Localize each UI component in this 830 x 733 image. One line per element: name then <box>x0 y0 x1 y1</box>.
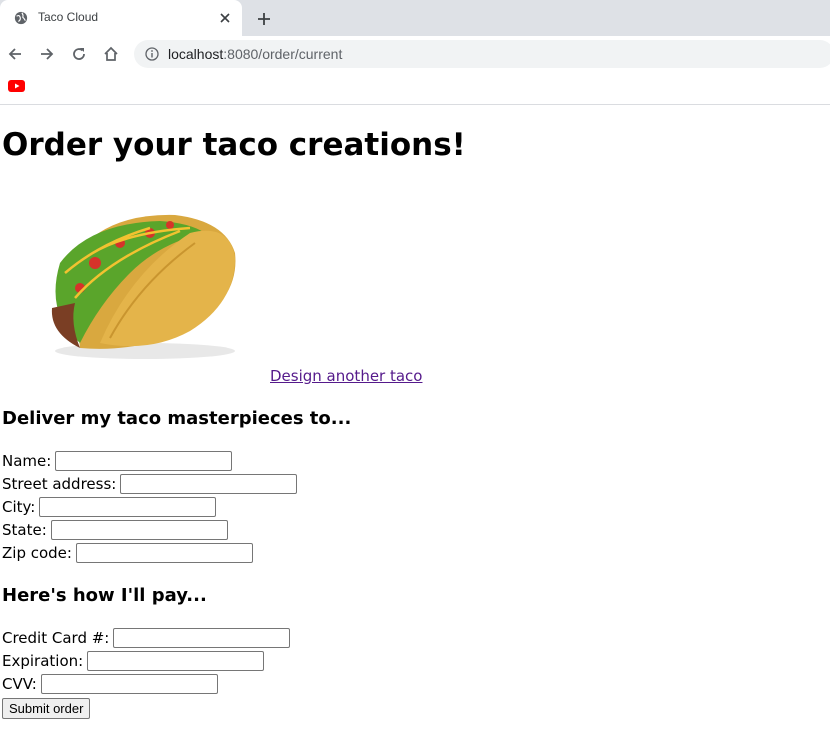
reload-icon[interactable] <box>70 45 88 63</box>
design-another-taco-link[interactable]: Design another taco <box>270 367 422 385</box>
name-row: Name: <box>2 450 233 472</box>
zip-field[interactable] <box>75 543 253 563</box>
expiration-row: Expiration: <box>2 650 265 672</box>
submit-order-button[interactable]: Submit order <box>2 698 91 719</box>
url-text: localhost:8080/order/current <box>168 46 342 62</box>
cvv-row: CVV: <box>2 673 218 695</box>
zip-label: Zip code: <box>2 544 72 562</box>
street-field[interactable] <box>120 474 298 494</box>
state-label: State: <box>2 521 47 539</box>
cc-label: Credit Card #: <box>2 629 110 647</box>
name-field[interactable] <box>55 451 233 471</box>
url-host: localhost <box>168 46 224 62</box>
url-path: :8080/order/current <box>223 46 343 62</box>
credit-card-field[interactable] <box>113 628 291 648</box>
delivery-heading: Deliver my taco masterpieces to... <box>2 408 352 429</box>
page-title: Order your taco creations! <box>2 127 466 163</box>
payment-heading: Here's how I'll pay... <box>2 585 207 606</box>
cvv-label: CVV: <box>2 675 37 693</box>
cvv-field[interactable] <box>40 674 218 694</box>
city-label: City: <box>2 498 36 516</box>
bookmarks-bar <box>0 72 830 105</box>
street-label: Street address: <box>2 475 117 493</box>
close-icon[interactable] <box>218 11 232 25</box>
taco-image <box>51 214 236 359</box>
new-tab-icon[interactable] <box>256 11 272 27</box>
zip-row: Zip code: <box>2 542 253 564</box>
youtube-icon[interactable] <box>8 80 25 92</box>
city-row: City: <box>2 496 217 518</box>
forward-icon[interactable] <box>38 45 56 63</box>
cc-row: Credit Card #: <box>2 627 291 649</box>
name-label: Name: <box>2 452 52 470</box>
city-field[interactable] <box>39 497 217 517</box>
info-icon[interactable] <box>145 47 159 61</box>
tab-strip: Taco Cloud <box>0 0 830 36</box>
home-icon[interactable] <box>102 45 120 63</box>
address-bar[interactable]: localhost:8080/order/current <box>134 40 830 68</box>
browser-tab[interactable]: Taco Cloud <box>0 0 242 36</box>
expiration-label: Expiration: <box>2 652 84 670</box>
tab-title: Taco Cloud <box>38 10 99 24</box>
back-icon[interactable] <box>6 45 24 63</box>
state-row: State: <box>2 519 228 541</box>
state-field[interactable] <box>50 520 228 540</box>
browser-toolbar: localhost:8080/order/current <box>0 36 830 72</box>
street-row: Street address: <box>2 473 298 495</box>
globe-icon <box>14 11 28 25</box>
expiration-field[interactable] <box>87 651 265 671</box>
page-content: Order your taco creations! Design anothe… <box>0 105 830 733</box>
